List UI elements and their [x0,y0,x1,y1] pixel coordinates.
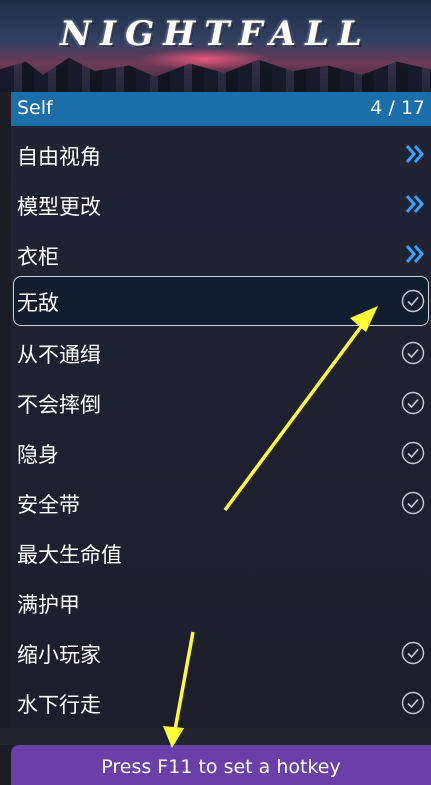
menu-item-label: 隐身 [17,443,59,467]
menu-item-model-change[interactable]: 模型更改 [11,180,431,230]
menu-item-label: 不会摔倒 [17,393,101,417]
menu-item-counter: 4 / 17 [370,97,425,119]
menu-item-free-camera[interactable]: 自由视角 [11,130,431,180]
chevron-right-double-icon [405,245,424,263]
check-circle-icon [401,441,425,465]
menu-item-seatbelt[interactable]: 安全带 [11,478,431,528]
menu-item-label: 水下行走 [17,693,101,717]
menu-item-full-armor[interactable]: 满护甲 [11,578,431,628]
menu-item-label: 从不通缉 [17,343,101,367]
menu-category-title: Self [17,97,53,119]
menu-banner: NIGHTFALL [0,0,431,92]
menu-item-god-mode[interactable]: 无敌 [13,276,429,326]
menu-item-label: 模型更改 [17,195,101,219]
menu-panel: Self 4 / 17 自由视角 模型更改 衣柜 无敌 从不通缉 不会摔倒 隐身… [11,92,431,728]
chevron-right-double-icon [405,145,424,163]
menu-item-underwater-walk[interactable]: 水下行走 [11,678,431,728]
check-circle-icon [401,491,425,515]
menu-item-label: 缩小玩家 [17,643,101,667]
menu-item-wardrobe[interactable]: 衣柜 [11,230,431,280]
menu-item-label: 满护甲 [17,593,80,617]
menu-item-label: 无敌 [17,291,59,315]
menu-item-never-wanted[interactable]: 从不通缉 [11,328,431,378]
menu-item-no-ragdoll[interactable]: 不会摔倒 [11,378,431,428]
menu-item-label: 安全带 [17,493,80,517]
menu-item-label: 最大生命值 [17,543,122,567]
check-circle-icon [401,691,425,715]
check-circle-icon [401,341,425,365]
menu-header: Self 4 / 17 [11,92,431,126]
chevron-right-double-icon [405,195,424,213]
hotkey-hint-bar: Press F11 to set a hotkey [11,745,431,785]
menu-footer-gap [0,728,431,745]
menu-item-label: 衣柜 [17,245,59,269]
banner-title: NIGHTFALL [60,14,371,54]
mod-menu-screen: NIGHTFALL Self 4 / 17 自由视角 模型更改 衣柜 无敌 从不… [0,0,431,785]
check-circle-icon [401,641,425,665]
check-circle-icon [401,289,425,313]
menu-item-shrink-player[interactable]: 缩小玩家 [11,628,431,678]
menu-item-max-health[interactable]: 最大生命值 [11,528,431,578]
menu-item-label: 自由视角 [17,145,101,169]
menu-item-invisibility[interactable]: 隐身 [11,428,431,478]
check-circle-icon [401,391,425,415]
